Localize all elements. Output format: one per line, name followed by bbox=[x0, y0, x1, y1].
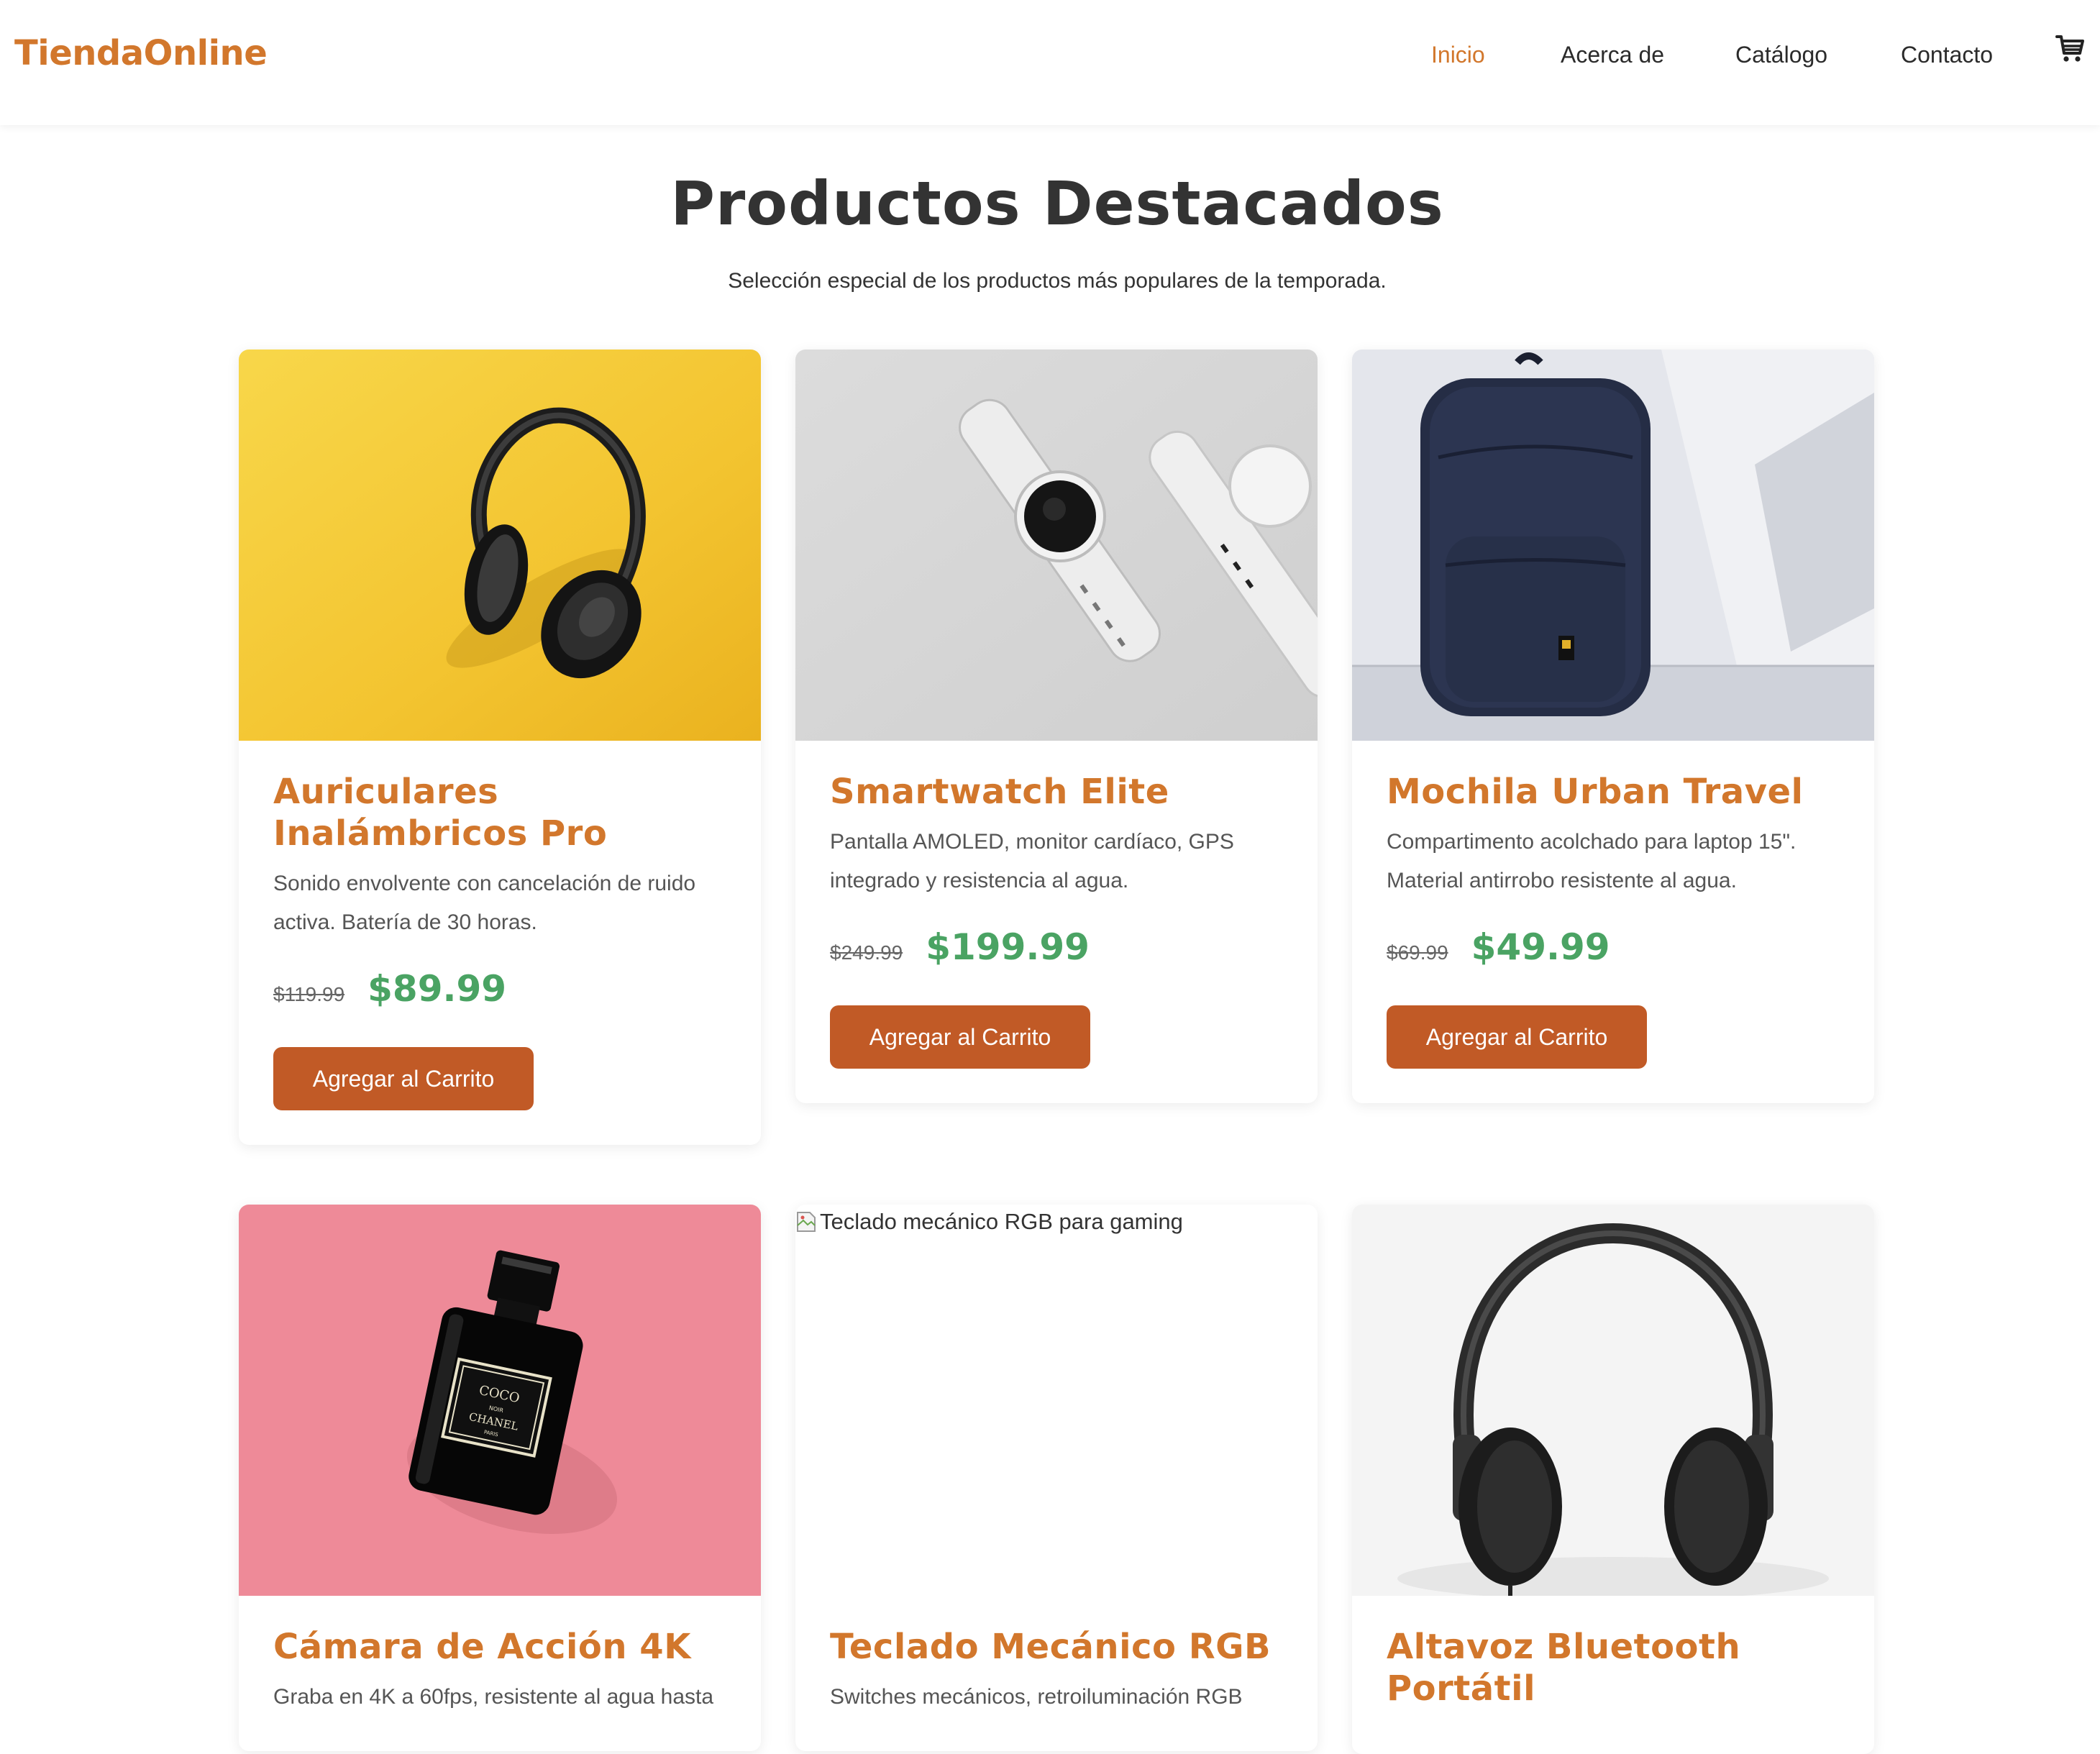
product-image-backpack bbox=[1352, 350, 1874, 741]
old-price: $119.99 bbox=[273, 983, 345, 1005]
product-title[interactable]: Mochila Urban Travel bbox=[1387, 771, 1840, 813]
old-price: $249.99 bbox=[830, 941, 903, 964]
product-title[interactable]: Auriculares Inalámbricos Pro bbox=[273, 771, 726, 854]
product-title[interactable]: Altavoz Bluetooth Portátil bbox=[1387, 1626, 1840, 1709]
add-to-cart-button[interactable]: Agregar al Carrito bbox=[1387, 1005, 1647, 1069]
product-card-body: Auriculares Inalámbricos Pro Sonido envo… bbox=[239, 741, 761, 1145]
product-image-broken: Teclado mecánico RGB para gaming bbox=[795, 1205, 1318, 1596]
add-to-cart-button[interactable]: Agregar al Carrito bbox=[830, 1005, 1090, 1069]
image-alt-text: Teclado mecánico RGB para gaming bbox=[820, 1209, 1183, 1234]
product-card-body: Altavoz Bluetooth Portátil bbox=[1352, 1596, 1874, 1754]
product-card: Altavoz Bluetooth Portátil bbox=[1352, 1205, 1874, 1754]
product-description: Sonido envolvente con cancelación de rui… bbox=[273, 872, 696, 934]
shopping-cart-icon[interactable] bbox=[2054, 32, 2087, 65]
main-nav: Inicio Acerca de Catálogo Contacto bbox=[0, 42, 2100, 78]
current-price: $199.99 bbox=[926, 926, 1090, 968]
nav-link-inicio[interactable]: Inicio bbox=[1431, 42, 1485, 68]
old-price: $69.99 bbox=[1387, 941, 1448, 964]
current-price: $89.99 bbox=[368, 968, 507, 1010]
site-header: TiendaOnline Inicio Acerca de Catálogo C… bbox=[0, 0, 2100, 125]
add-to-cart-button[interactable]: Agregar al Carrito bbox=[273, 1047, 534, 1110]
nav-link-catalogo[interactable]: Catálogo bbox=[1735, 42, 1827, 68]
product-card: Auriculares Inalámbricos Pro Sonido envo… bbox=[239, 350, 761, 1145]
page-subtitle: Selección especial de los productos más … bbox=[728, 269, 1387, 293]
product-card: Teclado mecánico RGB para gaming Teclado… bbox=[795, 1205, 1318, 1751]
product-title[interactable]: Smartwatch Elite bbox=[830, 771, 1283, 813]
product-description: Compartimento acolchado para laptop 15".… bbox=[1387, 830, 1797, 892]
product-image-headphones bbox=[239, 350, 761, 741]
product-description: Pantalla AMOLED, monitor cardíaco, GPS i… bbox=[830, 830, 1234, 892]
price-row: $69.99 $49.99 bbox=[1387, 926, 1840, 977]
product-image-perfume: COCO NOIR CHANEL PARIS bbox=[239, 1205, 761, 1596]
product-card: Smartwatch Elite Pantalla AMOLED, monito… bbox=[795, 350, 1318, 1103]
product-card: Mochila Urban Travel Compartimento acolc… bbox=[1352, 350, 1874, 1103]
current-price: $49.99 bbox=[1471, 926, 1610, 968]
page-title: Productos Destacados bbox=[670, 168, 1444, 239]
broken-image-icon bbox=[795, 1210, 817, 1234]
price-row: $119.99 $89.99 bbox=[273, 968, 726, 1018]
product-title[interactable]: Cámara de Acción 4K bbox=[273, 1626, 726, 1668]
nav-link-contacto[interactable]: Contacto bbox=[1901, 42, 1993, 68]
product-card-body: Mochila Urban Travel Compartimento acolc… bbox=[1352, 741, 1874, 1103]
product-card-body: Teclado Mecánico RGB Switches mecánicos,… bbox=[795, 1596, 1318, 1751]
product-image-smartwatch bbox=[795, 350, 1318, 741]
price-row: $249.99 $199.99 bbox=[830, 926, 1283, 977]
product-image-black-headphones bbox=[1352, 1205, 1874, 1596]
nav-link-acerca-de[interactable]: Acerca de bbox=[1561, 42, 1664, 68]
product-title[interactable]: Teclado Mecánico RGB bbox=[830, 1626, 1283, 1668]
product-description: Graba en 4K a 60fps, resistente al agua … bbox=[273, 1685, 714, 1709]
product-description: Switches mecánicos, retroiluminación RGB bbox=[830, 1685, 1243, 1709]
product-card: COCO NOIR CHANEL PARIS Cámara de Acción … bbox=[239, 1205, 761, 1751]
product-card-body: Smartwatch Elite Pantalla AMOLED, monito… bbox=[795, 741, 1318, 1103]
product-card-body: Cámara de Acción 4K Graba en 4K a 60fps,… bbox=[239, 1596, 761, 1751]
